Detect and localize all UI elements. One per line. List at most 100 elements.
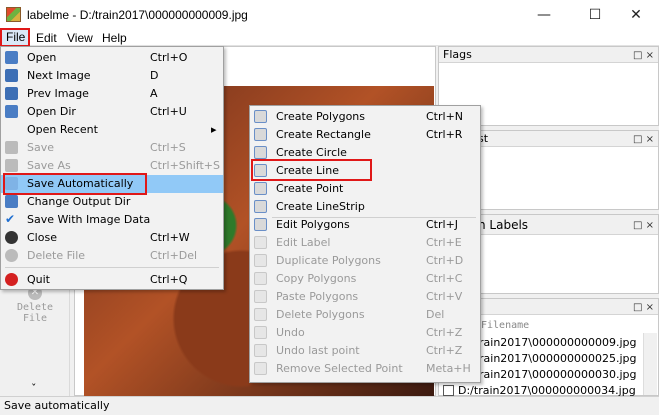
create-polygons-icon [254, 110, 267, 123]
file-menu-item-prev-image[interactable]: Prev Image A [1, 85, 223, 103]
file-menu-item-save[interactable]: Save Ctrl+S [1, 139, 223, 157]
dock-float-close-icons[interactable]: □ × [633, 132, 654, 147]
paste-polygons-icon [254, 290, 267, 303]
edit-menu-item-create-point[interactable]: Create Point [250, 180, 480, 198]
menu-item-shortcut: Ctrl+Z [426, 344, 463, 357]
edit-menu-item-undo-last-point[interactable]: Undo last point Ctrl+Z [250, 342, 480, 360]
menu-file[interactable]: File [0, 28, 30, 47]
file-menu-item-open[interactable]: Open Ctrl+O [1, 49, 223, 67]
menu-item-label: Save [27, 141, 55, 154]
file-menu-item-change-output-dir[interactable]: Change Output Dir [1, 193, 223, 211]
menu-item-label: Edit Label [276, 236, 331, 249]
edit-menu-item-undo[interactable]: Undo Ctrl+Z [250, 324, 480, 342]
file-checkbox[interactable] [443, 385, 454, 396]
file-menu-item-close[interactable]: Close Ctrl+W [1, 229, 223, 247]
menu-view[interactable]: View [67, 31, 93, 45]
file-menu-item-quit[interactable]: Quit Ctrl+Q [1, 271, 223, 289]
close-circle-icon [5, 231, 18, 244]
menu-item-shortcut: Ctrl+S [150, 141, 186, 154]
status-bar: Save automatically [0, 396, 659, 415]
menu-item-shortcut: D [150, 69, 159, 82]
maximize-button[interactable]: ☐ [572, 0, 618, 30]
file-menu-item-next-image[interactable]: Next Image D [1, 67, 223, 85]
menu-item-label: Undo [276, 326, 305, 339]
menu-item-label: Quit [27, 273, 50, 286]
check-icon: ✔ [5, 212, 16, 226]
dock-float-close-icons[interactable]: □ × [633, 216, 654, 236]
menu-item-shortcut: A [150, 87, 158, 100]
menu-item-shortcut: Ctrl+E [426, 236, 462, 249]
menu-item-shortcut: Ctrl+C [426, 272, 463, 285]
polygon-labels-title: n Labels [478, 218, 529, 232]
menu-edit[interactable]: Edit [36, 31, 57, 45]
edit-label-icon [254, 236, 267, 249]
file-menu-item-save-with-image-data[interactable]: ✔ Save With Image Data [1, 211, 223, 229]
file-menu-item-open-recent[interactable]: Open Recent ▸ [1, 121, 223, 139]
edit-menu-item-edit-label[interactable]: Edit Label Ctrl+E [250, 234, 480, 252]
file-search-input[interactable]: Filename [481, 320, 529, 331]
edit-menu-item-paste-polygons[interactable]: Paste Polygons Ctrl+V [250, 288, 480, 306]
title-bar: labelme - D:/train2017\000000000009.jpg … [0, 0, 659, 30]
create-circle-icon [254, 146, 267, 159]
highlight-annotation-box [251, 159, 372, 181]
save-as-icon [5, 159, 18, 172]
dock-float-close-icons[interactable]: □ × [633, 48, 654, 63]
dock-float-close-icons[interactable]: □ × [633, 300, 654, 315]
open-dir-icon [5, 105, 18, 118]
menu-item-label: Prev Image [27, 87, 89, 100]
minimize-button[interactable]: — [521, 0, 567, 30]
create-linestrip-icon [254, 200, 267, 213]
menu-item-label: Open Dir [27, 105, 76, 118]
file-menu-item-open-dir[interactable]: Open Dir Ctrl+U [1, 103, 223, 121]
menu-help[interactable]: Help [102, 31, 127, 45]
edit-menu-item-remove-selected-point[interactable]: Remove Selected Point Meta+H [250, 360, 480, 378]
output-dir-icon [5, 195, 18, 208]
highlight-annotation-box [3, 173, 147, 195]
file-list-item[interactable]: rain2017\000000000009.jpg [479, 336, 637, 351]
menu-item-label: Next Image [27, 69, 91, 82]
file-list-item[interactable]: rain2017\000000000030.jpg [479, 368, 637, 383]
save-icon [5, 141, 18, 154]
edit-menu-item-duplicate-polygons[interactable]: Duplicate Polygons Ctrl+D [250, 252, 480, 270]
menu-item-label: Change Output Dir [27, 195, 131, 208]
delete-file-label-2: File [22, 313, 48, 324]
file-menu-item-delete-file[interactable]: Delete File Ctrl+Del [1, 247, 223, 265]
file-name: rain2017\000000000030.jpg [479, 368, 637, 381]
file-list-scrollbar[interactable] [643, 333, 657, 395]
flags-dock-header: Flags □ × [439, 47, 658, 63]
menu-item-shortcut: Del [426, 308, 445, 321]
file-list-item[interactable]: rain2017\000000000025.jpg [479, 352, 637, 367]
menu-item-label: Create Polygons [276, 110, 365, 123]
edit-menu-item-edit-polygons[interactable]: Edit Polygons Ctrl+J [250, 216, 480, 234]
arrow-left-icon [5, 87, 18, 100]
create-rectangle-icon [254, 128, 267, 141]
menu-item-label: Create Rectangle [276, 128, 371, 141]
menu-item-label: Remove Selected Point [276, 362, 403, 375]
menu-item-shortcut: Meta+H [426, 362, 471, 375]
menu-item-shortcut: Ctrl+Del [150, 249, 198, 262]
menu-item-label: Delete Polygons [276, 308, 365, 321]
menu-item-shortcut: Ctrl+R [426, 128, 463, 141]
menu-item-label: Copy Polygons [276, 272, 357, 285]
delete-file-tool-button[interactable]: ✕ Delete File [4, 286, 66, 330]
edit-polygons-icon [254, 218, 267, 231]
edit-menu-item-create-polygons[interactable]: Create Polygons Ctrl+N [250, 108, 480, 126]
menu-item-label: Duplicate Polygons [276, 254, 381, 267]
menu-item-shortcut: Ctrl+N [426, 110, 464, 123]
arrow-right-icon [5, 69, 18, 82]
flags-title: Flags [443, 48, 472, 61]
menu-item-label: Undo last point [276, 344, 360, 357]
menu-item-shortcut: Ctrl+W [150, 231, 190, 244]
menu-item-label: Create Point [276, 182, 344, 195]
undo-icon [254, 326, 267, 339]
toolbar-more-icon[interactable]: ˇ [31, 382, 37, 395]
close-button[interactable]: ✕ [613, 0, 659, 30]
file-name: rain2017\000000000009.jpg [479, 336, 637, 349]
edit-menu-item-create-rectangle[interactable]: Create Rectangle Ctrl+R [250, 126, 480, 144]
edit-menu-item-create-linestrip[interactable]: Create LineStrip [250, 198, 480, 216]
edit-menu-item-delete-polygons[interactable]: Delete Polygons Del [250, 306, 480, 324]
menu-item-label: Edit Polygons [276, 218, 350, 231]
edit-menu-item-copy-polygons[interactable]: Copy Polygons Ctrl+C [250, 270, 480, 288]
labelme-app-icon [6, 7, 21, 22]
menu-item-label: Open [27, 51, 57, 64]
